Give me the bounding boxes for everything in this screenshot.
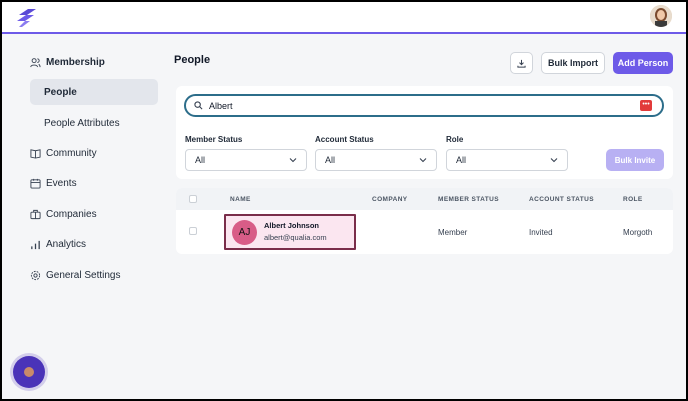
bar-chart-icon [31, 240, 40, 249]
select-value: All [195, 155, 206, 165]
sidebar-item-general-settings[interactable]: General Settings [30, 265, 121, 285]
chevron-down-icon [289, 158, 297, 163]
account-status-select[interactable]: All [315, 149, 437, 171]
add-person-button[interactable]: Add Person [613, 52, 673, 74]
search-value: Albert [209, 100, 233, 111]
chevron-down-icon [419, 158, 427, 163]
sidebar-item-label: Community [46, 147, 97, 159]
select-value: All [456, 155, 467, 165]
bulk-invite-button[interactable]: Bulk Invite [606, 149, 664, 171]
column-header-company[interactable]: COMPANY [372, 196, 408, 203]
person-name[interactable]: Albert Johnson [264, 221, 319, 230]
column-header-role[interactable]: ROLE [623, 196, 643, 203]
chat-widget-button[interactable] [13, 356, 45, 388]
select-all-checkbox[interactable] [189, 195, 197, 203]
member-status-label: Member Status [185, 135, 243, 144]
person-name-cell[interactable]: AJ Albert Johnson albert@qualia.com [224, 214, 356, 250]
member-status-select[interactable]: All [185, 149, 307, 171]
role-label: Role [446, 135, 464, 144]
app-window: Membership People People Attributes Comm… [2, 2, 686, 399]
download-icon [517, 59, 526, 68]
column-header-name[interactable]: NAME [230, 196, 251, 203]
search-input[interactable]: Albert ••• [184, 94, 664, 117]
page-title: People [174, 54, 211, 66]
book-icon [30, 148, 41, 159]
gear-icon [30, 270, 41, 280]
column-header-member-status[interactable]: MEMBER STATUS [438, 196, 499, 203]
calendar-icon [30, 178, 41, 189]
chevron-down-icon [550, 158, 558, 163]
logo-icon[interactable] [16, 8, 38, 28]
sidebar: Membership People People Attributes Comm… [2, 36, 167, 399]
account-status-label: Account Status [315, 135, 374, 144]
member-status-cell: Member [438, 228, 468, 237]
top-bar [2, 2, 686, 34]
sidebar-item-companies[interactable]: Companies [30, 204, 97, 224]
row-checkbox[interactable] [189, 227, 197, 235]
sidebar-item-label: Membership [46, 56, 105, 68]
sidebar-item-label: Companies [46, 208, 97, 220]
download-button[interactable] [510, 52, 533, 74]
account-status-cell: Invited [529, 228, 553, 237]
search-icon [194, 101, 203, 110]
column-header-account-status[interactable]: ACCOUNT STATUS [529, 196, 594, 203]
users-icon [30, 57, 41, 67]
sidebar-item-events[interactable]: Events [30, 173, 77, 193]
filter-card: Albert ••• Member Status Account Status … [176, 86, 673, 179]
password-manager-icon[interactable]: ••• [640, 100, 652, 111]
briefcase-icon [30, 209, 41, 219]
sidebar-item-people-attributes[interactable]: People Attributes [30, 110, 158, 136]
sidebar-item-membership[interactable]: Membership [30, 52, 105, 72]
bulk-import-button[interactable]: Bulk Import [541, 52, 605, 74]
sidebar-item-label: Analytics [46, 238, 87, 250]
select-value: All [325, 155, 336, 165]
sidebar-item-people[interactable]: People [30, 79, 158, 105]
role-cell: Morgoth [623, 228, 653, 237]
sidebar-item-analytics[interactable]: Analytics [30, 234, 86, 254]
sidebar-item-label: People [44, 86, 77, 98]
sidebar-item-label: People Attributes [44, 117, 120, 129]
people-table: NAME COMPANY MEMBER STATUS ACCOUNT STATU… [176, 188, 673, 254]
user-avatar[interactable] [650, 5, 672, 27]
person-email: albert@qualia.com [264, 233, 327, 242]
sidebar-item-label: General Settings [46, 269, 121, 281]
sidebar-item-community[interactable]: Community [30, 143, 97, 163]
role-select[interactable]: All [446, 149, 568, 171]
chat-widget-icon [24, 367, 34, 377]
table-header: NAME COMPANY MEMBER STATUS ACCOUNT STATU… [176, 188, 673, 210]
avatar: AJ [232, 220, 257, 245]
sidebar-item-label: Events [46, 177, 77, 189]
